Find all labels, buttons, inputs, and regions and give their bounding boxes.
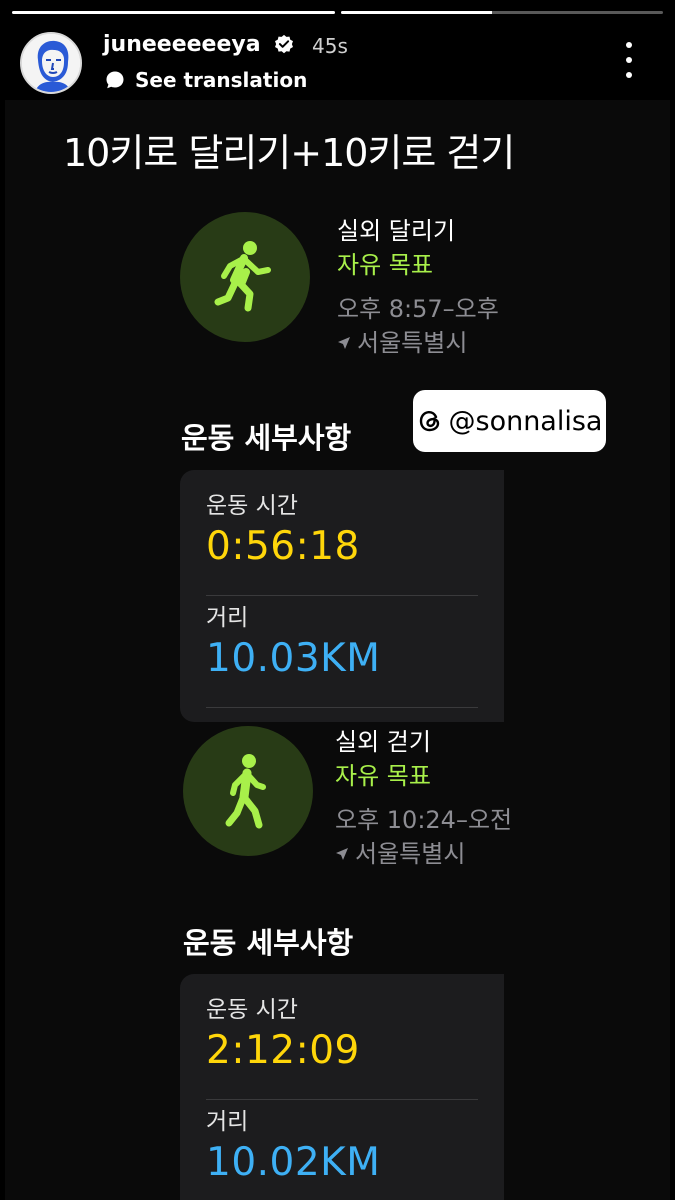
more-options-icon[interactable] <box>620 42 638 78</box>
see-translation-label: See translation <box>135 68 308 92</box>
distance-value: 10.02KM <box>206 1140 381 1185</box>
workout-info-running: 실외 달리기 자유 목표 오후 8:57–오후 서울특별시 <box>337 214 499 360</box>
story-viewer: juneeeeeeya 45s See translation 10키로 달리기… <box>0 0 675 1200</box>
post-title: 10키로 달리기+10키로 걷기 <box>63 131 515 175</box>
speech-bubble-icon <box>106 71 124 89</box>
story-header: juneeeeeeya 45s See translation <box>0 22 675 100</box>
mention-text: @sonnalisa <box>448 405 603 437</box>
progress-segment-1 <box>12 11 335 14</box>
username[interactable]: juneeeeeeya <box>103 32 261 57</box>
workout-goal: 자유 목표 <box>337 251 433 279</box>
workout-info-walking: 실외 걷기 자유 목표 오후 10:24–오전 서울특별시 <box>335 725 512 871</box>
distance-row: 거리 10.02KM <box>206 1100 478 1200</box>
workout-location: 서울특별시 <box>337 326 499 360</box>
workout-details-card: 운동 시간 0:56:18 거리 10.03KM <box>180 470 504 722</box>
workout-time: 오후 10:24–오전 <box>335 806 513 834</box>
workout-time: 오후 8:57–오후 <box>337 295 499 323</box>
workout-location: 서울특별시 <box>335 837 512 871</box>
workout-details-card: 운동 시간 2:12:09 거리 10.02KM <box>180 974 504 1200</box>
workout-location-label: 서울특별시 <box>357 329 468 357</box>
story-time: 45s <box>312 34 348 58</box>
location-arrow-icon <box>336 848 348 860</box>
workout-screenshot: 10키로 달리기+10키로 걷기 실외 달리기 자유 목표 오후 8:57–오후… <box>5 100 670 1200</box>
distance-row: 거리 10.03KM <box>206 596 478 708</box>
duration-row: 운동 시간 0:56:18 <box>206 484 478 596</box>
duration-label: 운동 시간 <box>206 997 298 1023</box>
workout-name: 실외 걷기 <box>335 728 431 756</box>
progress-segment-2 <box>340 11 663 14</box>
running-figure-icon <box>180 212 310 342</box>
verified-badge-icon <box>275 34 293 54</box>
workout-name: 실외 달리기 <box>337 217 456 245</box>
mention-sticker[interactable]: @sonnalisa <box>413 390 606 452</box>
distance-label: 거리 <box>206 1109 249 1135</box>
threads-icon <box>419 410 439 432</box>
duration-value: 0:56:18 <box>206 524 360 569</box>
details-title: 운동 세부사항 <box>183 926 354 960</box>
workout-location-label: 서울특별시 <box>355 840 466 868</box>
duration-label: 운동 시간 <box>206 493 298 519</box>
walking-figure-icon <box>183 726 313 856</box>
avatar[interactable] <box>20 32 82 94</box>
distance-value: 10.03KM <box>206 636 381 681</box>
story-progress <box>12 11 663 14</box>
details-title: 운동 세부사항 <box>181 421 352 455</box>
workout-goal: 자유 목표 <box>335 762 431 790</box>
distance-label: 거리 <box>206 605 249 631</box>
duration-value: 2:12:09 <box>206 1028 360 1073</box>
location-arrow-icon <box>338 337 350 349</box>
duration-row: 운동 시간 2:12:09 <box>206 988 478 1100</box>
see-translation-button[interactable]: See translation <box>105 68 307 92</box>
